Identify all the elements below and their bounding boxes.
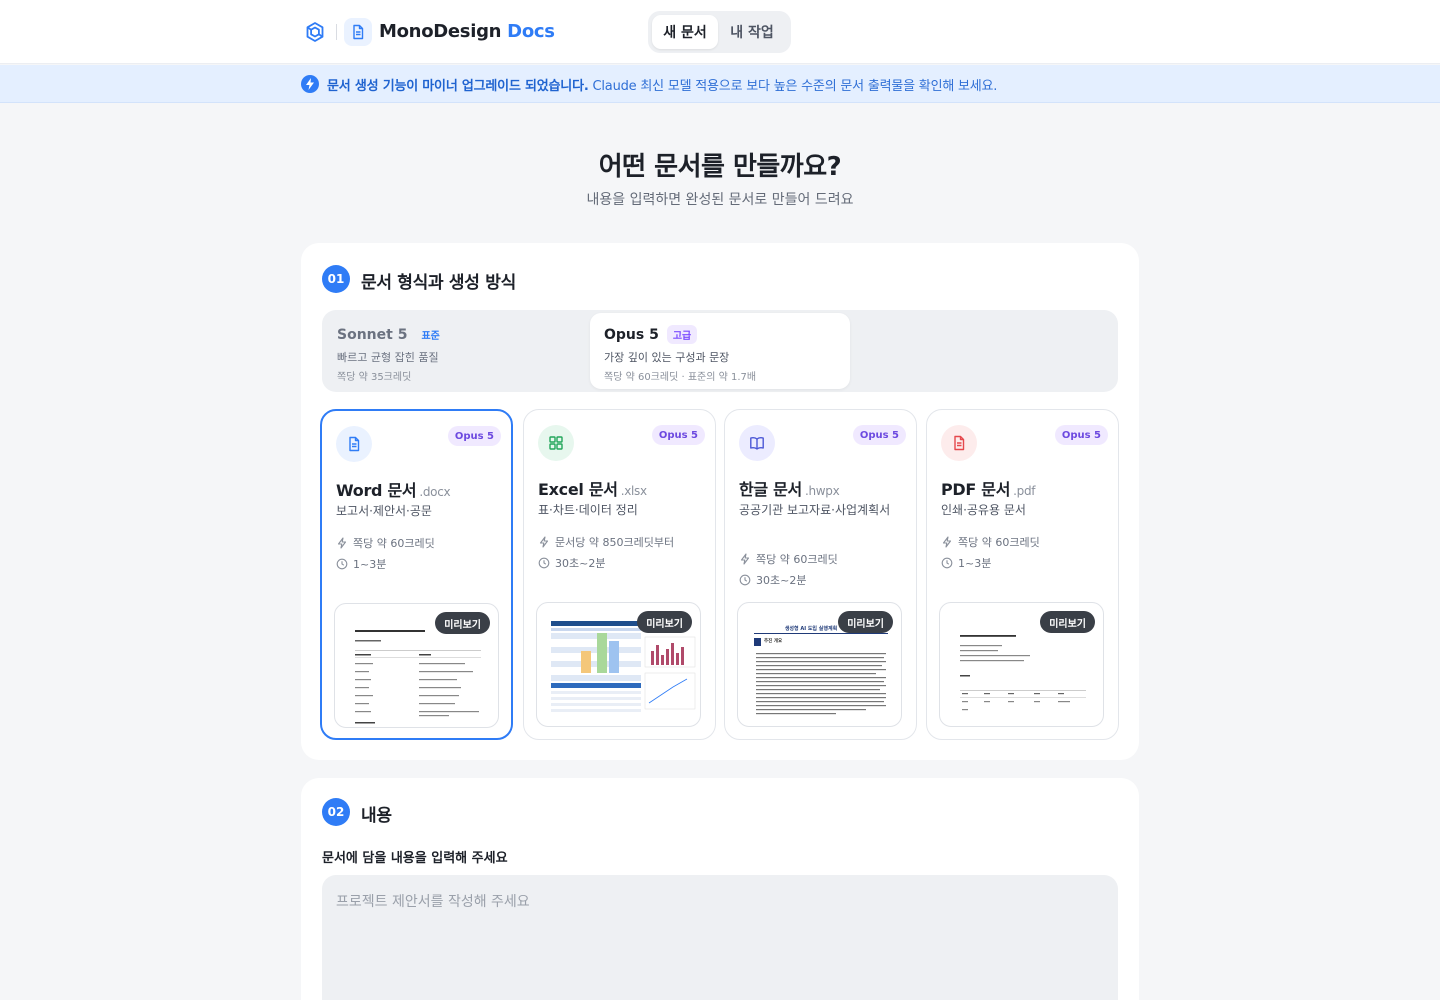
hwp-preview-section: 추진 개요: [764, 639, 783, 644]
clock-icon: [336, 558, 348, 570]
preview-thumbnail[interactable]: 미리보기: [334, 603, 499, 728]
preview-button[interactable]: 미리보기: [838, 611, 893, 633]
credit-text: 쪽당 약 60크레딧: [756, 553, 838, 566]
excel-preview-image: [551, 621, 696, 712]
model-name: Opus 5: [604, 326, 659, 343]
time-text: 1~3분: [958, 557, 992, 570]
card-title-text: 한글 문서: [739, 480, 802, 499]
banner-body-text: Claude 최신 모델 적용으로 보다 높은 수준의 문서 출력물을 확인해 …: [588, 79, 998, 94]
bolt-outline-icon: [539, 536, 549, 548]
card-title-text: PDF 문서: [941, 480, 1011, 499]
tab-my-work[interactable]: 내 작업: [718, 15, 786, 49]
card-title: Excel 문서 .xlsx: [538, 476, 647, 500]
top-header: MonoDesign Docs 새 문서 내 작업: [0, 0, 1440, 64]
content-panel: 02 내용 문서에 담을 내용을 입력해 주세요: [301, 778, 1139, 1000]
model-name: Sonnet 5: [337, 326, 408, 343]
step-badge-01: 01: [322, 265, 350, 293]
preview-thumbnail[interactable]: 미리보기: [939, 602, 1104, 727]
time-text: 30초~2분: [756, 574, 807, 587]
format-card-word[interactable]: Opus 5 Word 문서 .docx 보고서·제안서·공문 쪽당 약 60크레…: [320, 409, 513, 740]
time-text: 30초~2분: [555, 557, 606, 570]
brand-accent: Docs: [507, 21, 555, 42]
brand-main: MonoDesign: [379, 21, 502, 42]
card-description: 공공기관 보고자료·사업계획서: [739, 503, 891, 517]
document-icon: [336, 426, 372, 462]
credit-text: 쪽당 약 60크레딧: [958, 536, 1040, 549]
preview-thumbnail[interactable]: 미리보기 생성형 AI 도입 실행계획 추진 개요: [737, 602, 902, 727]
time-info: 1~3분: [941, 555, 991, 571]
credit-info: 문서당 약 850크레딧부터: [538, 534, 674, 550]
format-card-hwp[interactable]: Opus 5 한글 문서 .hwpx 공공기관 보고자료·사업계획서 쪽당 약 6…: [724, 409, 917, 740]
card-title: 한글 문서 .hwpx: [739, 476, 840, 500]
format-card-pdf[interactable]: Opus 5 PDF 문서 .pdf 인쇄·공유용 문서 쪽당 약 60크레딧 1…: [926, 409, 1119, 740]
card-title: PDF 문서 .pdf: [941, 476, 1036, 500]
preview-button[interactable]: 미리보기: [637, 611, 692, 633]
step-title-content: 내용: [361, 806, 392, 826]
file-extension: .docx: [419, 485, 451, 499]
model-option-sonnet[interactable]: Sonnet 5 표준 빠르고 균형 잡힌 품질 쪽당 약 35크레딧: [323, 313, 589, 389]
model-desc: 빠르고 균형 잡힌 품질: [337, 351, 439, 364]
hex-logo-icon[interactable]: [303, 20, 327, 44]
model-tag: 고급: [666, 325, 698, 344]
clock-icon: [538, 557, 550, 569]
format-card-excel[interactable]: Opus 5 Excel 문서 .xlsx 표·차트·데이터 정리 문서당 약 8…: [523, 409, 716, 740]
time-info: 30초~2분: [538, 555, 605, 571]
card-title: Word 문서 .docx: [336, 477, 451, 501]
file-extension: .xlsx: [620, 484, 647, 498]
model-option-opus[interactable]: Opus 5 고급 가장 깊이 있는 구성과 문장 쪽당 약 60크레딧 · 표준…: [590, 313, 850, 389]
format-panel: 01 문서 형식과 생성 방식 Sonnet 5 표준 빠르고 균형 잡힌 품질 …: [301, 243, 1139, 760]
model-cost: 쪽당 약 60크레딧 · 표준의 약 1.7배: [604, 372, 757, 383]
credit-info: 쪽당 약 60크레딧: [336, 535, 435, 551]
time-info: 30초~2분: [739, 572, 806, 588]
model-badge: Opus 5: [1054, 425, 1108, 445]
time-text: 1~3분: [353, 558, 387, 571]
hwp-preview-lines: [756, 653, 886, 715]
model-badge: Opus 5: [651, 425, 705, 445]
bolt-outline-icon: [740, 553, 750, 565]
banner-message: 문서 생성 기능이 마이너 업그레이드 되었습니다. Claude 최신 모델 …: [327, 75, 997, 94]
model-badge: Opus 5: [852, 425, 906, 445]
credit-text: 문서당 약 850크레딧부터: [555, 536, 675, 549]
bolt-outline-icon: [942, 536, 952, 548]
time-info: 1~3분: [336, 556, 386, 572]
pdf-icon: [941, 425, 977, 461]
step-badge-02: 02: [322, 798, 350, 826]
tab-new-document[interactable]: 새 문서: [652, 15, 718, 49]
model-desc: 가장 깊이 있는 구성과 문장: [604, 351, 730, 364]
header-divider: [336, 24, 337, 40]
banner-bold-text: 문서 생성 기능이 마이너 업그레이드 되었습니다.: [327, 79, 589, 94]
model-badge: Opus 5: [447, 426, 501, 446]
credit-info: 쪽당 약 60크레딧: [739, 551, 838, 567]
file-extension: .pdf: [1013, 484, 1036, 498]
file-extension: .hwpx: [804, 484, 840, 498]
card-title-text: Excel 문서: [538, 480, 618, 499]
model-selector: Sonnet 5 표준 빠르고 균형 잡힌 품질 쪽당 약 35크레딧 Opus …: [322, 310, 1118, 392]
grid-icon: [538, 425, 574, 461]
step-title-format: 문서 형식과 생성 방식: [361, 273, 516, 293]
card-title-text: Word 문서: [336, 481, 417, 500]
preview-button[interactable]: 미리보기: [435, 612, 490, 634]
bolt-icon: [301, 75, 319, 93]
book-icon: [739, 425, 775, 461]
document-icon: [344, 18, 372, 46]
preview-thumbnail[interactable]: 미리보기: [536, 602, 701, 727]
brand-title[interactable]: MonoDesign Docs: [379, 21, 555, 42]
card-description: 보고서·제안서·공문: [336, 504, 432, 518]
upgrade-banner: 문서 생성 기능이 마이너 업그레이드 되었습니다. Claude 최신 모델 …: [0, 65, 1440, 103]
credit-info: 쪽당 약 60크레딧: [941, 534, 1040, 550]
clock-icon: [739, 574, 751, 586]
model-cost: 쪽당 약 35크레딧: [337, 372, 412, 383]
model-tag: 표준: [421, 331, 440, 342]
content-input[interactable]: [322, 875, 1118, 1000]
nav-toggle: 새 문서 내 작업: [648, 11, 791, 53]
credit-text: 쪽당 약 60크레딧: [353, 537, 435, 550]
card-description: 표·차트·데이터 정리: [538, 503, 638, 517]
page-title: 어떤 문서를 만들까요?: [598, 152, 842, 182]
card-description: 인쇄·공유용 문서: [941, 503, 1026, 517]
clock-icon: [941, 557, 953, 569]
bolt-outline-icon: [337, 537, 347, 549]
content-label: 문서에 담을 내용을 입력해 주세요: [322, 851, 508, 866]
preview-button[interactable]: 미리보기: [1040, 611, 1095, 633]
page-subtitle: 내용을 입력하면 완성된 문서로 만들어 드려요: [586, 192, 854, 208]
